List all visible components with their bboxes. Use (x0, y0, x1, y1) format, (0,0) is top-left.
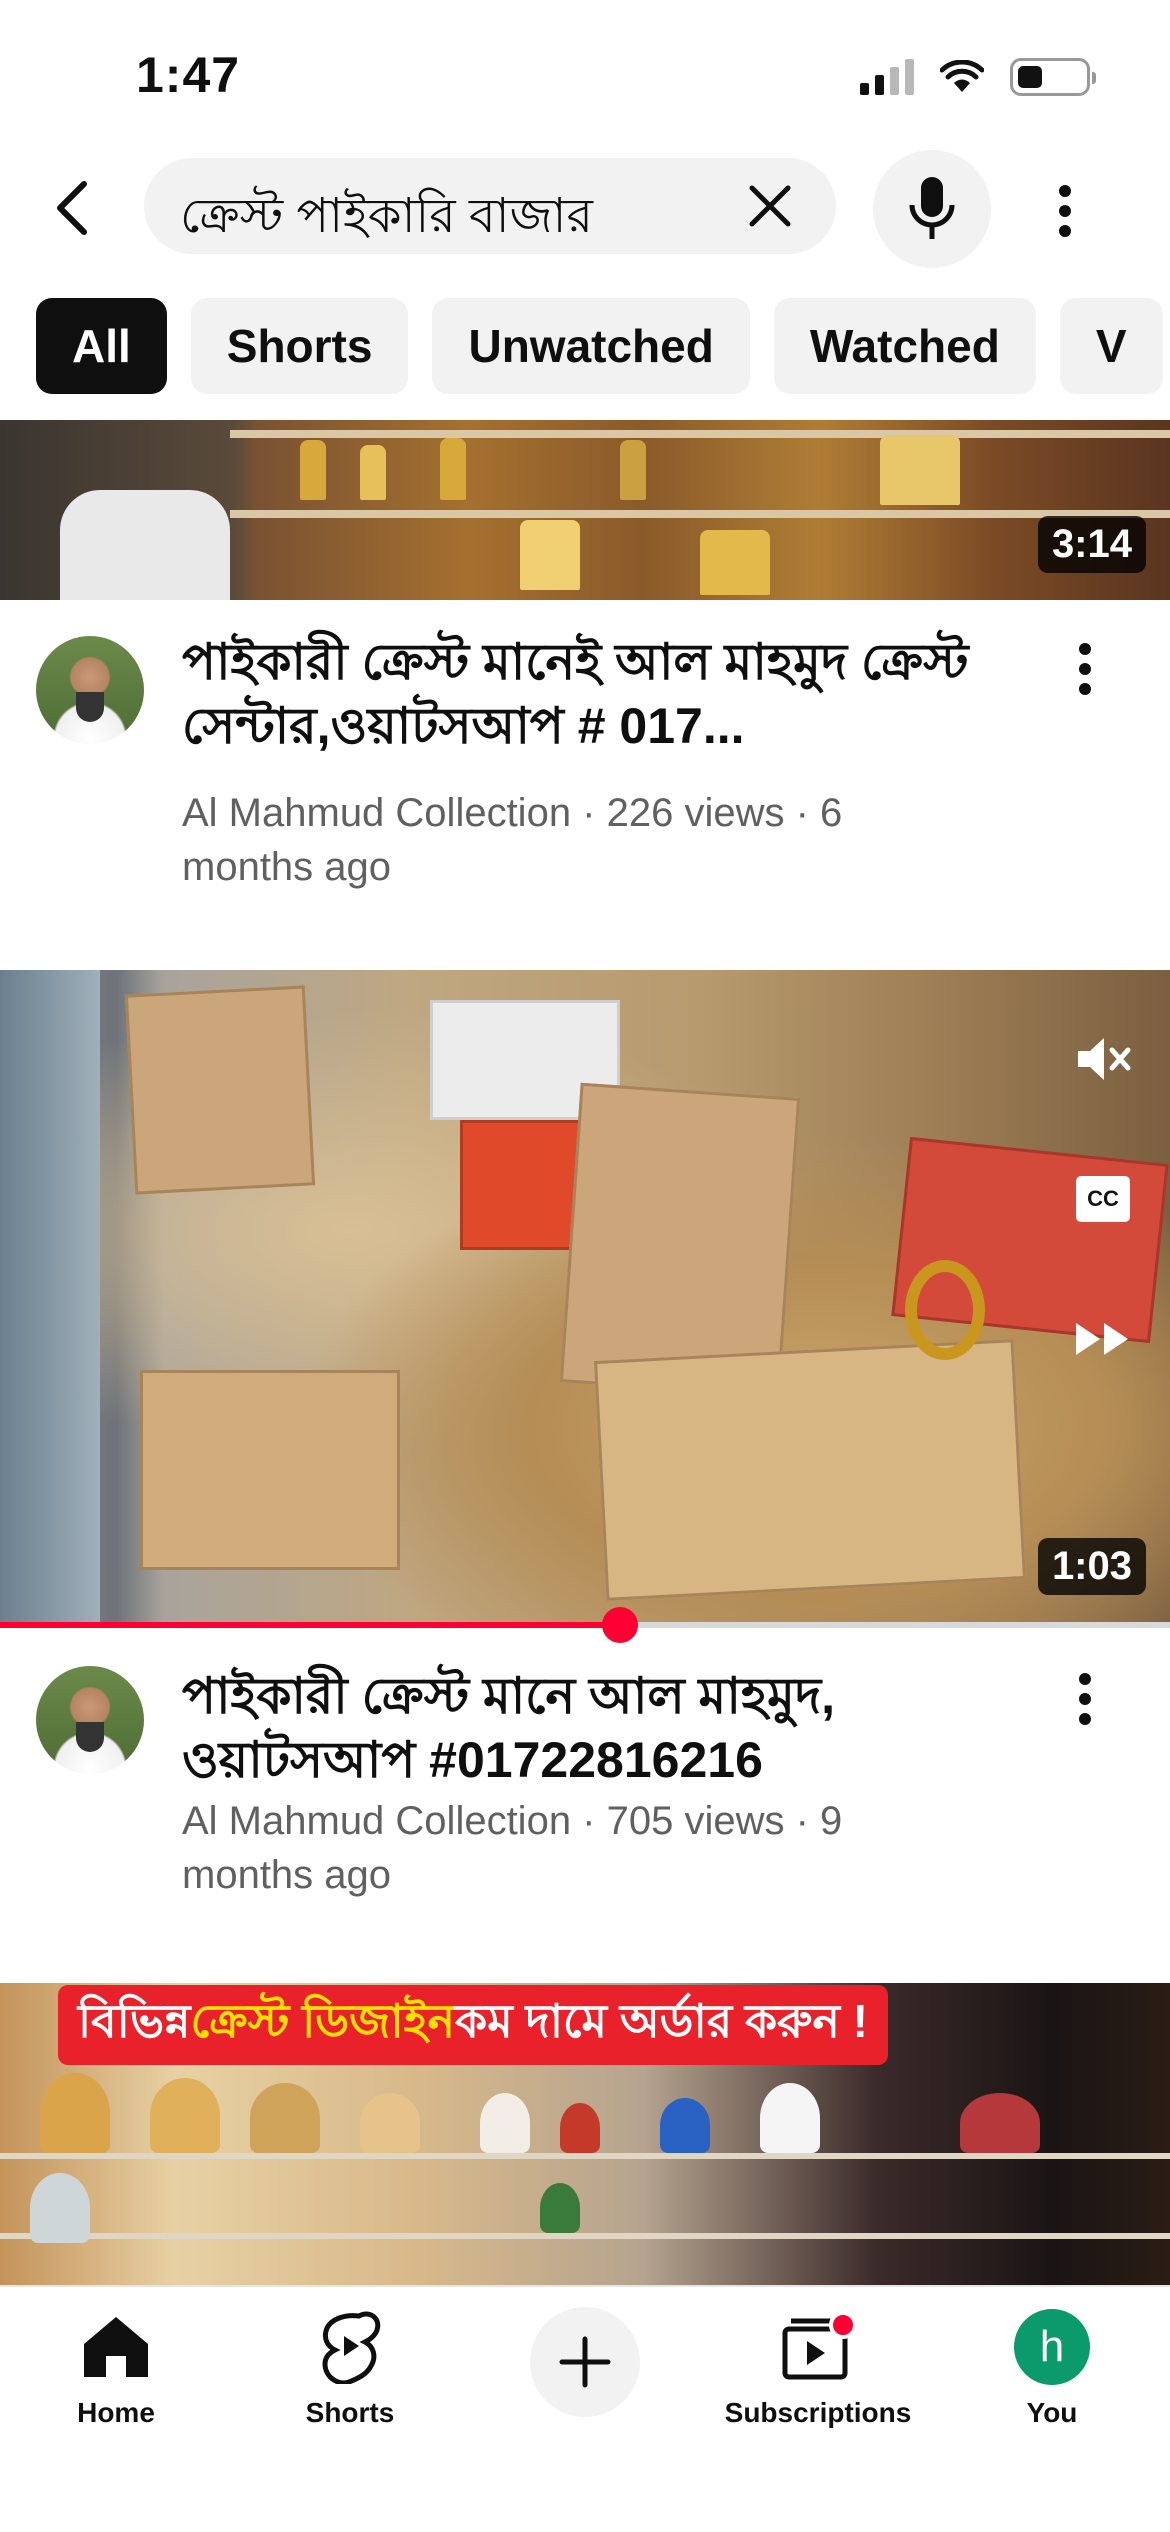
shelf-decor (0, 2153, 1170, 2159)
trophy-decor (520, 520, 580, 590)
trophy-decor (30, 2173, 90, 2243)
trophy-decor (540, 2183, 580, 2233)
playback-progress-fill (0, 1622, 621, 1628)
playback-progress-bar[interactable] (0, 1607, 1170, 1643)
channel-avatar[interactable] (36, 636, 144, 744)
closed-captions-icon: CC (1076, 1176, 1130, 1222)
more-vertical-icon (1059, 185, 1071, 237)
subscriptions-icon (782, 2311, 857, 2380)
trophy-decor (250, 2083, 320, 2153)
volume-muted-icon (1078, 1038, 1131, 1080)
video-duration: 3:14 (1037, 516, 1146, 573)
fast-forward-icon (1076, 1323, 1128, 1355)
thumbnail-banner: বিভিন্ন ক্রেস্ট ডিজাইন কম দামে অর্ডার কর… (58, 1985, 888, 2065)
trophy-decor (40, 2073, 110, 2153)
captions-button[interactable]: CC (1072, 1168, 1134, 1230)
banner-text-suffix: কম দামে অর্ডার করুন ! (455, 1995, 868, 2047)
video-title[interactable]: পাইকারী ক্রেস্ট মানেই আল মাহমুদ ক্রেস্ট … (182, 630, 1012, 758)
video-menu-button[interactable] (1060, 1666, 1110, 1732)
trophy-decor (150, 2078, 220, 2153)
microphone-icon (909, 177, 955, 239)
trophy-decor (620, 440, 646, 500)
chevron-left-icon (57, 181, 87, 235)
home-icon (84, 2317, 148, 2377)
nav-you[interactable]: h You (952, 2297, 1152, 2429)
trophy-decor (700, 530, 770, 595)
banner-text-prefix: বিভিন্ন (78, 1995, 191, 2047)
cellular-signal-icon (860, 59, 914, 95)
window-decor (0, 970, 100, 1622)
trophy-decor (360, 445, 386, 500)
search-header: ক্রেস্ট পাইকারি বাজার (0, 150, 1170, 270)
video-title[interactable]: পাইকারী ক্রেস্ট মানে আল মাহমুদ, ওয়াটসআপ… (182, 1664, 1012, 1792)
trophy-decor (360, 2093, 420, 2153)
video-thumbnail-3[interactable]: বিভিন্ন ক্রেস্ট ডিজাইন কম দামে অর্ডার কর… (0, 1983, 1170, 2285)
chip-shorts[interactable]: Shorts (190, 298, 409, 394)
nav-home-label: Home (77, 2397, 155, 2428)
shelf-decor (230, 430, 1170, 438)
battery-icon (1010, 58, 1096, 96)
user-avatar: h (1014, 2309, 1090, 2385)
back-button[interactable] (40, 176, 104, 240)
more-vertical-icon (1079, 1673, 1091, 1725)
status-time: 1:47 (136, 47, 241, 103)
more-options-button[interactable] (1040, 178, 1090, 244)
trophy-decor (880, 435, 960, 505)
chip-unwatched[interactable]: Unwatched (432, 298, 750, 394)
shelf-decor (230, 510, 1170, 518)
video-thumbnail-2[interactable]: CC 1:03 (0, 970, 1170, 1622)
create-button[interactable] (530, 2307, 640, 2417)
nav-you-label: You (1026, 2397, 1078, 2428)
trophy-decor (560, 2103, 600, 2153)
trophy-decor (660, 2098, 710, 2153)
search-query: ক্রেস্ট পাইকারি বাজার (180, 190, 593, 243)
clear-search-icon[interactable] (744, 180, 796, 232)
trophy-decor (300, 440, 326, 500)
box-decor (594, 1339, 1026, 1601)
status-bar: 1:47 (0, 0, 1170, 150)
trophy-decor (480, 2093, 530, 2153)
nav-home[interactable]: Home (16, 2297, 216, 2429)
trophy-decor (760, 2083, 820, 2153)
more-vertical-icon (1079, 643, 1091, 695)
box-decor (124, 985, 316, 1195)
voice-search-button[interactable] (873, 150, 991, 268)
trophy-decor (960, 2093, 1040, 2153)
shorts-icon (322, 2311, 381, 2384)
chip-watched[interactable]: Watched (773, 298, 1036, 394)
nav-subscriptions[interactable]: Subscriptions (718, 2297, 918, 2429)
shelf-decor (0, 2233, 1170, 2239)
wifi-icon (940, 60, 984, 92)
video-subtitle: Al Mahmud Collection · 226 views · 6 mon… (182, 791, 843, 889)
search-input[interactable]: ক্রেস্ট পাইকারি বাজার (144, 158, 836, 254)
nav-shorts[interactable]: Shorts (250, 2297, 450, 2429)
bottom-navigation: Home Shorts Subscriptions h You (0, 2285, 1170, 2532)
mute-button[interactable] (1072, 1028, 1134, 1090)
chip-partial[interactable]: V (1059, 298, 1163, 394)
plus-icon (559, 2336, 611, 2388)
trophy-decor (440, 438, 466, 500)
banner-text-highlight: ক্রেস্ট ডিজাইন (190, 1995, 456, 2047)
video-subtitle: Al Mahmud Collection · 705 views · 9 mon… (182, 1799, 843, 1897)
person-decor (60, 490, 230, 600)
nav-shorts-label: Shorts (305, 2397, 395, 2428)
filter-chips: All Shorts Unwatched Watched V (36, 298, 1163, 394)
chip-all[interactable]: All (36, 298, 167, 394)
video-duration: 1:03 (1037, 1538, 1146, 1595)
channel-avatar[interactable] (36, 1666, 144, 1774)
status-icons (860, 58, 1096, 96)
box-decor (559, 1082, 801, 1398)
video-menu-button[interactable] (1060, 636, 1110, 702)
box-decor (140, 1370, 400, 1570)
video-thumbnail-1[interactable]: 3:14 (0, 420, 1170, 600)
skip-forward-button[interactable] (1072, 1308, 1134, 1370)
playback-scrubber[interactable] (602, 1607, 639, 1643)
trophy-decor (905, 1260, 985, 1360)
nav-subscriptions-label: Subscriptions (724, 2397, 912, 2428)
